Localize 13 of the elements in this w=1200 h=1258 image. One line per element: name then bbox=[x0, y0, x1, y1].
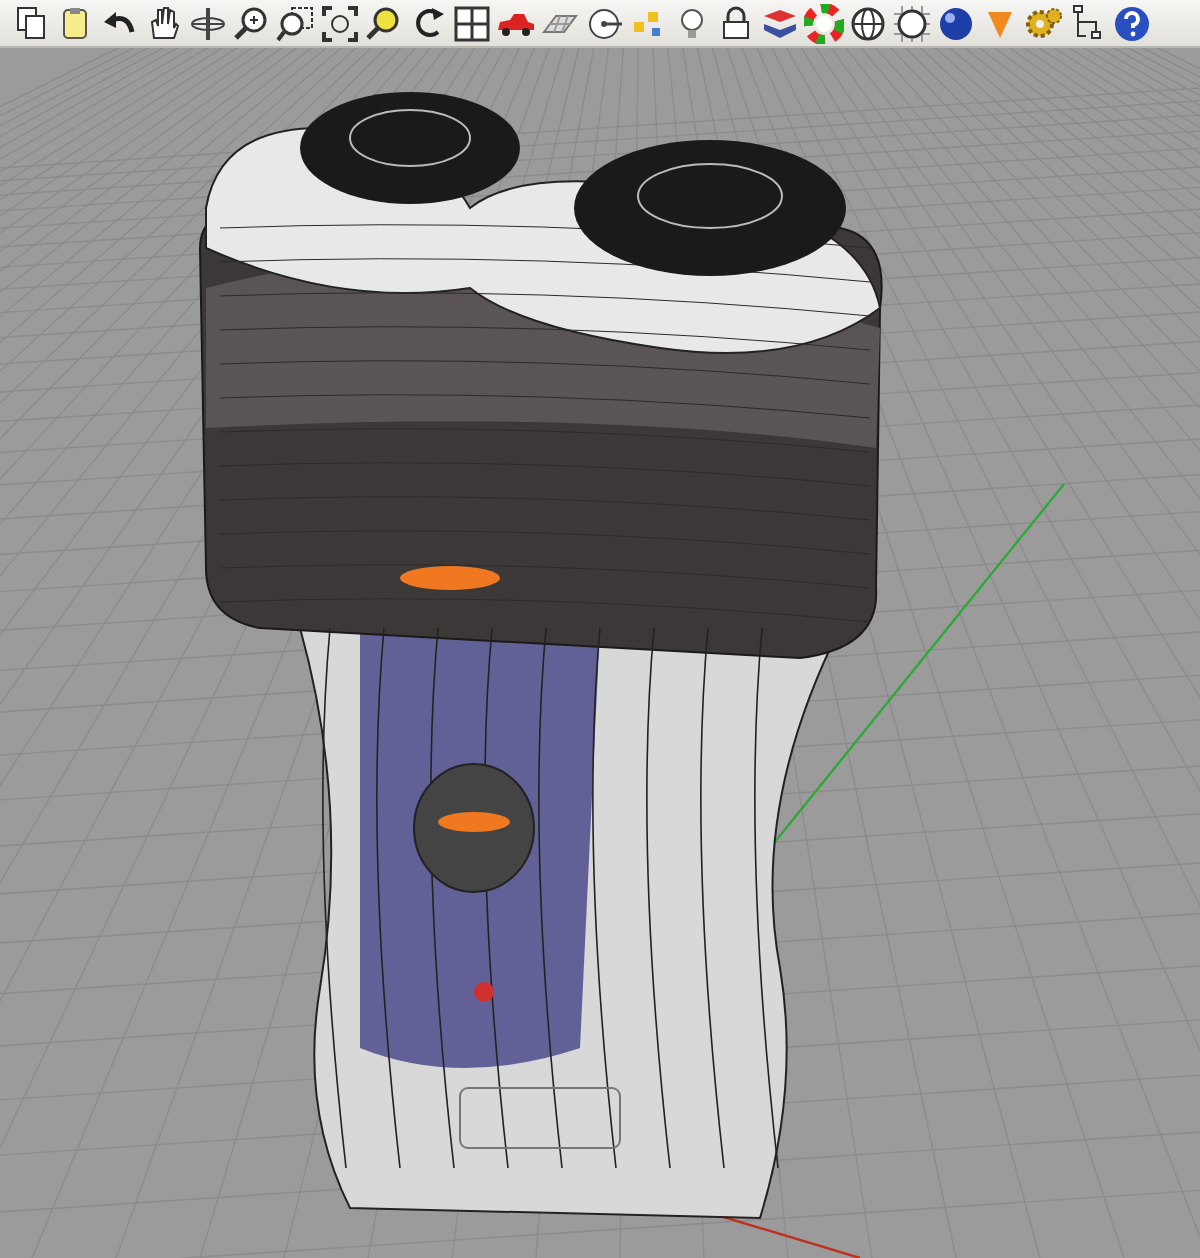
magnifier-icon[interactable] bbox=[232, 3, 272, 43]
wire-sphere-icon[interactable] bbox=[848, 3, 888, 43]
question-mark-icon[interactable] bbox=[1112, 3, 1152, 43]
circle-target-icon[interactable] bbox=[584, 3, 624, 43]
four-panes-icon[interactable] bbox=[452, 3, 492, 43]
color-wheel-icon[interactable] bbox=[804, 3, 844, 43]
gears-icon[interactable] bbox=[1024, 3, 1064, 43]
magnifier-box-icon[interactable] bbox=[276, 3, 316, 43]
shaded-sphere-icon[interactable] bbox=[936, 3, 976, 43]
magnifier-icon[interactable] bbox=[364, 3, 404, 43]
orbit-icon[interactable] bbox=[188, 3, 228, 43]
corners-icon[interactable] bbox=[320, 3, 360, 43]
grid-sphere-icon[interactable] bbox=[892, 3, 932, 43]
